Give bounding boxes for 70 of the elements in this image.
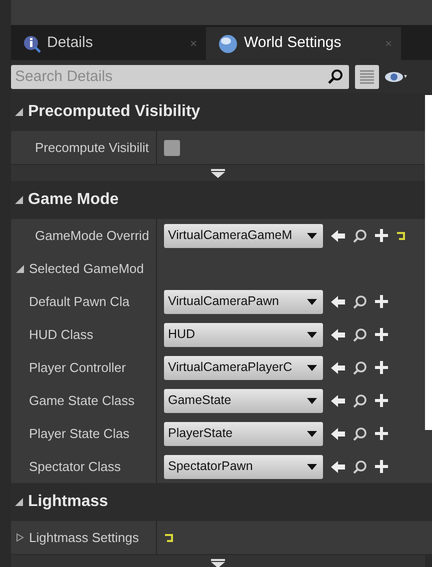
search-icon[interactable] bbox=[353, 360, 367, 374]
plus-icon[interactable] bbox=[375, 229, 388, 242]
back-arrow-icon[interactable] bbox=[331, 296, 345, 308]
caret-icon bbox=[307, 332, 317, 338]
class-dropdown[interactable]: SpectatorPawn bbox=[164, 454, 323, 478]
globe-icon bbox=[218, 34, 238, 54]
class-dropdown[interactable]: VirtualCameraPawn bbox=[164, 290, 323, 314]
section-title[interactable]: Game Mode bbox=[28, 188, 119, 212]
list-icon bbox=[360, 70, 374, 84]
info-icon bbox=[23, 34, 41, 52]
plus-icon[interactable] bbox=[375, 460, 388, 473]
back-arrow-icon[interactable] bbox=[331, 362, 345, 374]
advanced-toggle[interactable] bbox=[11, 554, 425, 567]
collapse-triangle-icon[interactable] bbox=[15, 498, 23, 506]
property-label: Default Pawn Cla bbox=[29, 292, 130, 311]
plus-icon[interactable] bbox=[375, 361, 388, 374]
back-arrow-icon[interactable] bbox=[331, 328, 345, 340]
eye-icon[interactable] bbox=[385, 70, 407, 82]
class-dropdown[interactable]: PlayerState bbox=[164, 422, 323, 446]
class-dropdown[interactable]: VirtualCameraGameM bbox=[164, 224, 323, 248]
caret-icon bbox=[307, 430, 317, 436]
tab-label: World Settings bbox=[244, 33, 342, 54]
back-arrow-icon[interactable] bbox=[331, 460, 345, 472]
caret-icon bbox=[307, 298, 317, 304]
caret-icon bbox=[307, 364, 317, 370]
class-dropdown[interactable]: VirtualCameraPlayerC bbox=[164, 356, 323, 380]
property-label: Precompute Visibilit bbox=[35, 138, 149, 157]
property-label: HUD Class bbox=[29, 326, 94, 344]
search-icon[interactable] bbox=[353, 394, 367, 408]
caret-icon bbox=[307, 464, 317, 470]
property-label: Spectator Class bbox=[29, 458, 121, 476]
collapse-triangle-icon[interactable] bbox=[15, 196, 23, 204]
tab-label: Details bbox=[47, 33, 93, 54]
search-icon[interactable] bbox=[353, 228, 367, 242]
checkbox[interactable] bbox=[164, 140, 180, 156]
collapse-triangle-icon[interactable] bbox=[16, 264, 24, 272]
tab[interactable]: World Settings bbox=[206, 27, 401, 60]
plus-icon[interactable] bbox=[375, 427, 388, 440]
expand-arrow-icon bbox=[211, 558, 225, 567]
property-label: Player State Clas bbox=[29, 424, 130, 443]
back-arrow-icon[interactable] bbox=[331, 394, 345, 406]
property-label: Player Controller bbox=[29, 358, 126, 377]
advanced-toggle[interactable] bbox=[11, 164, 425, 181]
search-icon[interactable] bbox=[353, 294, 367, 308]
plus-icon[interactable] bbox=[375, 295, 388, 308]
property-label: Game State Class bbox=[29, 392, 134, 410]
reset-icon[interactable] bbox=[396, 232, 406, 240]
back-arrow-icon[interactable] bbox=[331, 428, 345, 440]
search-field[interactable]: Search Details bbox=[11, 64, 349, 88]
property-label: GameMode Overrid bbox=[35, 226, 150, 245]
expand-triangle-icon[interactable] bbox=[16, 533, 24, 542]
search-icon bbox=[328, 68, 343, 84]
search-icon[interactable] bbox=[353, 460, 367, 474]
search-icon[interactable] bbox=[353, 328, 367, 342]
section-title[interactable]: Lightmass bbox=[28, 490, 108, 514]
reset-icon[interactable] bbox=[164, 534, 174, 542]
class-dropdown[interactable]: HUD bbox=[164, 322, 323, 346]
caret-icon bbox=[307, 232, 317, 238]
search-icon[interactable] bbox=[353, 426, 367, 440]
plus-icon[interactable] bbox=[375, 394, 388, 407]
back-arrow-icon[interactable] bbox=[331, 230, 345, 242]
plus-icon[interactable] bbox=[375, 328, 388, 341]
expand-arrow-icon bbox=[211, 168, 225, 178]
collapse-triangle-icon[interactable] bbox=[15, 108, 23, 116]
property-label: Lightmass Settings bbox=[29, 528, 139, 547]
view-options-button[interactable] bbox=[355, 64, 379, 88]
class-dropdown[interactable]: GameState bbox=[164, 388, 323, 412]
section-title[interactable]: Precomputed Visibility bbox=[28, 100, 200, 124]
property-label: Selected GameMod bbox=[29, 260, 144, 278]
caret-icon bbox=[307, 398, 317, 404]
